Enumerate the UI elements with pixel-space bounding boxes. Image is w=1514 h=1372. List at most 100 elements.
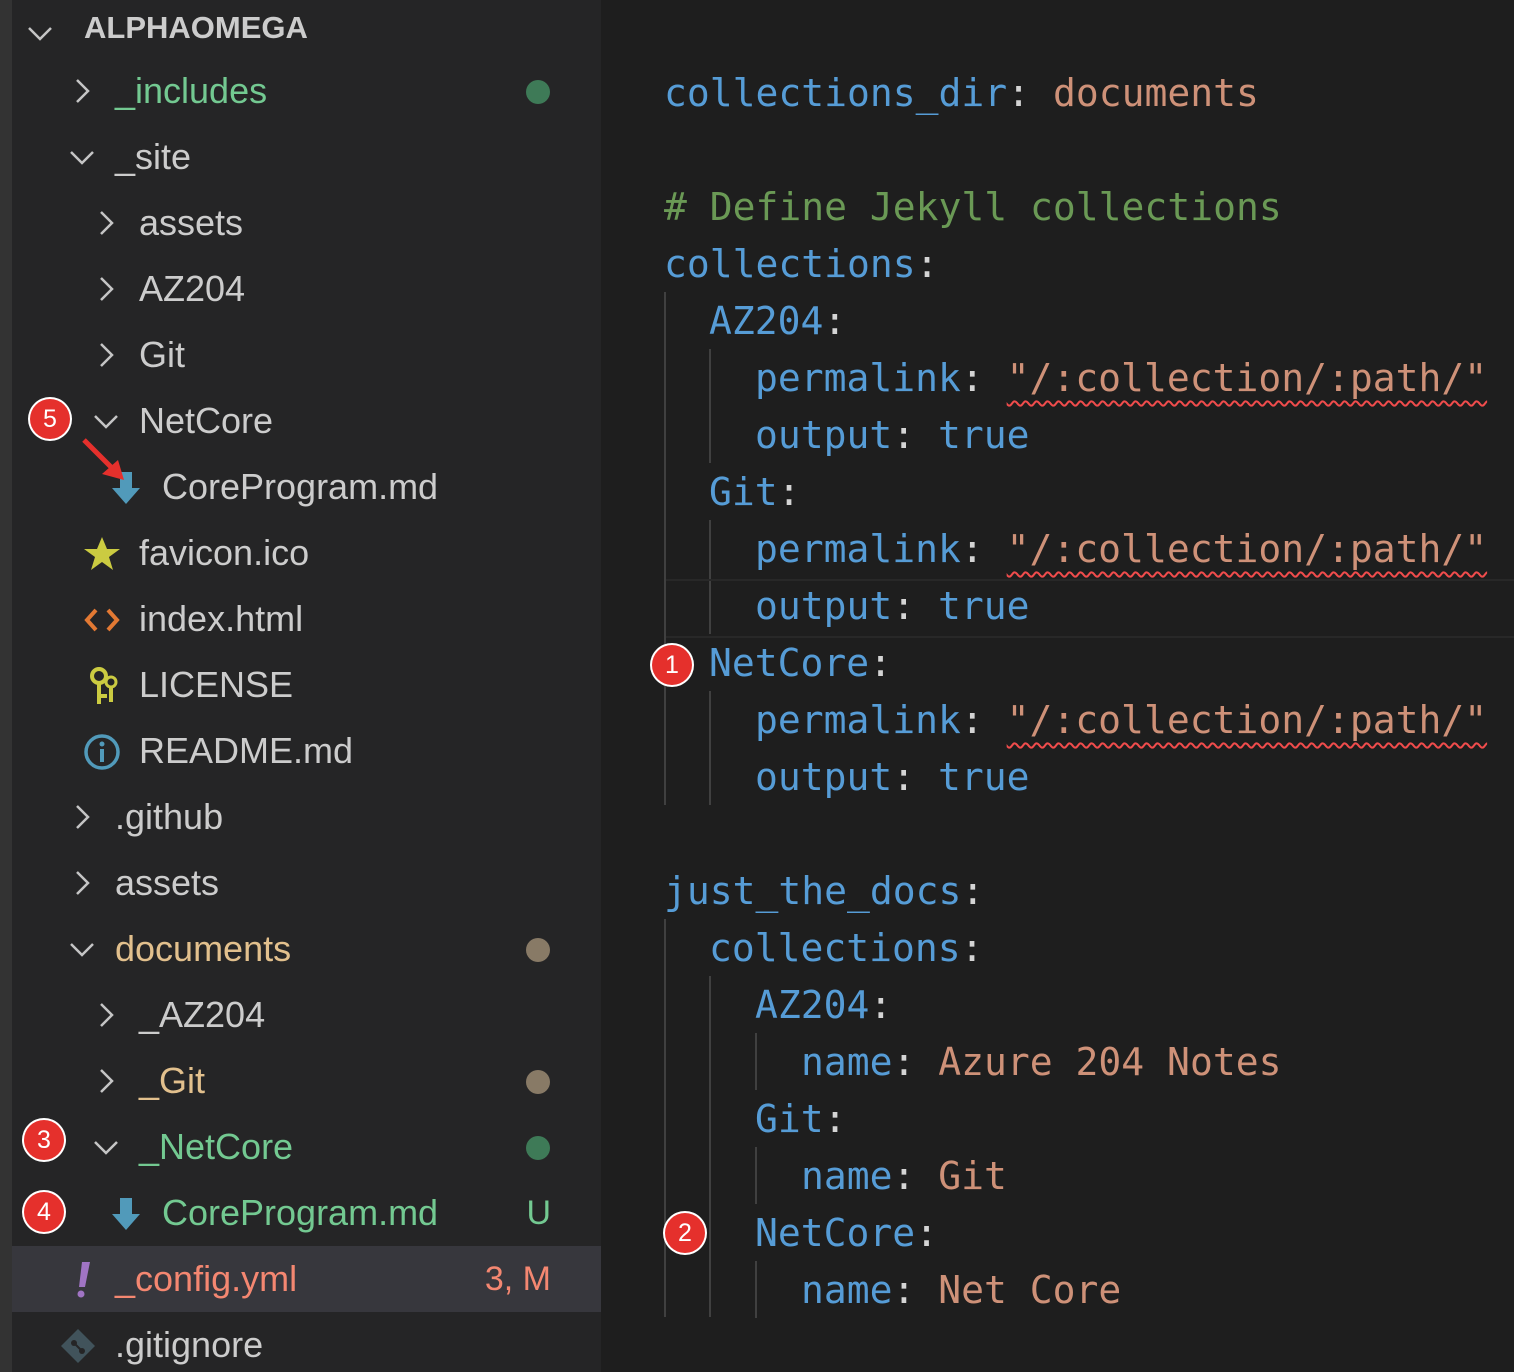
tree-folder-documents-git[interactable]: _Git xyxy=(12,1048,601,1114)
chevron-down-icon xyxy=(92,407,120,435)
yaml-key: output xyxy=(755,584,893,628)
annotation-badge-4: 4 xyxy=(24,1192,64,1232)
tree-item-label: assets xyxy=(139,202,244,243)
tree-folder-documents[interactable]: documents xyxy=(12,916,601,982)
code-line: permalink: "/:collection/:path/" xyxy=(755,527,1488,571)
tree-folder-includes[interactable]: _includes xyxy=(12,58,601,124)
tree-item-label: LICENSE xyxy=(139,664,294,705)
tree-item-label: README.md xyxy=(139,730,354,771)
yaml-key: output xyxy=(755,755,893,799)
tree-item-label: AZ204 xyxy=(139,268,246,309)
star-icon xyxy=(82,534,122,574)
git-diamond-icon xyxy=(58,1326,98,1366)
tree-file-documents-coreprogram[interactable]: CoreProgram.md U xyxy=(12,1180,601,1246)
tree-folder-documents-az204[interactable]: _AZ204 xyxy=(12,982,601,1048)
indent-guide xyxy=(709,349,711,463)
tree-folder-github[interactable]: .github xyxy=(12,784,601,850)
tree-folder-documents-netcore[interactable]: _NetCore xyxy=(12,1114,601,1180)
code-line: collections_dir: documents xyxy=(664,71,1259,115)
tree-file-config-yml[interactable]: _config.yml 3, M xyxy=(12,1246,601,1312)
tree-file-readme[interactable]: README.md xyxy=(12,718,601,784)
tree-file-index-html[interactable]: index.html xyxy=(12,586,601,652)
tree-folder-site[interactable]: _site xyxy=(12,124,601,190)
yaml-exclamation-icon xyxy=(64,1260,104,1300)
code-line: collections: xyxy=(709,926,984,970)
git-status-dot xyxy=(526,1136,550,1160)
yaml-key: Git xyxy=(709,470,778,514)
markdown-download-icon xyxy=(106,1194,146,1234)
tree-folder-assets[interactable]: assets xyxy=(12,850,601,916)
yaml-string-error: "/:collection/:path/" xyxy=(1006,356,1488,400)
tree-file-favicon[interactable]: favicon.ico xyxy=(12,520,601,586)
yaml-key: collections xyxy=(709,926,961,970)
tree-item-label: favicon.ico xyxy=(139,532,310,573)
tree-file-gitignore[interactable]: .gitignore xyxy=(12,1312,601,1372)
code-line: collections: xyxy=(664,242,939,286)
code-line: output: true xyxy=(755,413,1030,457)
code-line: NetCore: xyxy=(709,641,893,685)
yaml-key: collections_dir xyxy=(664,71,1008,115)
yaml-key: just_the_docs xyxy=(664,869,962,913)
yaml-boolean: true xyxy=(938,755,1030,799)
yaml-key: collections xyxy=(664,242,916,286)
yaml-key: name xyxy=(801,1268,893,1312)
info-icon xyxy=(82,732,122,772)
code-line: output: true xyxy=(755,584,1030,628)
tree-item-label: CoreProgram.md xyxy=(162,1192,439,1233)
yaml-key: AZ204 xyxy=(755,983,870,1027)
code-editor[interactable]: collections_dir: documents # Define Jeky… xyxy=(601,0,1514,1372)
chevron-right-icon xyxy=(92,275,120,303)
chevron-right-icon xyxy=(92,1067,120,1095)
indent-guide xyxy=(755,1261,757,1318)
explorer-title: ALPHAOMEGA xyxy=(84,10,308,45)
code-line: AZ204: xyxy=(709,299,847,343)
keys-icon xyxy=(84,666,124,706)
chevron-down-icon xyxy=(68,935,96,963)
yaml-value: documents xyxy=(1052,71,1259,115)
git-status-modified: 3, M xyxy=(484,1260,551,1298)
code-line: just_the_docs: xyxy=(664,869,985,913)
yaml-string-error: "/:collection/:path/" xyxy=(1006,698,1488,742)
chevron-right-icon xyxy=(92,209,120,237)
tree-item-label: _config.yml xyxy=(115,1258,298,1299)
chevron-right-icon xyxy=(68,869,96,897)
tree-item-label: _AZ204 xyxy=(139,994,266,1035)
code-line: NetCore: xyxy=(755,1211,939,1255)
code-line: output: true xyxy=(755,755,1030,799)
yaml-key: permalink xyxy=(755,698,961,742)
explorer-section-header[interactable]: ALPHAOMEGA xyxy=(12,0,601,66)
code-line: Git: xyxy=(709,470,801,514)
tree-file-license[interactable]: LICENSE xyxy=(12,652,601,718)
chevron-right-icon xyxy=(68,803,96,831)
tree-folder-site-git[interactable]: Git xyxy=(12,322,601,388)
indent-guide xyxy=(709,976,711,1317)
chevron-down-icon xyxy=(26,19,54,47)
indent-guide xyxy=(755,1033,757,1090)
indent-guide xyxy=(709,691,711,805)
tree-folder-site-az204[interactable]: AZ204 xyxy=(12,256,601,322)
yaml-key: permalink xyxy=(755,527,961,571)
indent-guide xyxy=(664,919,666,1317)
html-code-icon xyxy=(82,600,122,640)
tree-folder-site-assets[interactable]: assets xyxy=(12,190,601,256)
yaml-key: Git xyxy=(755,1097,824,1141)
yaml-key: AZ204 xyxy=(709,299,824,343)
chevron-right-icon xyxy=(68,77,96,105)
tree-item-label: _NetCore xyxy=(139,1126,294,1167)
tree-item-label: _includes xyxy=(115,70,268,111)
annotation-badge-5: 5 xyxy=(30,399,70,439)
activity-bar-edge xyxy=(0,0,12,1372)
code-line: name: Git xyxy=(801,1154,1007,1198)
chevron-right-icon xyxy=(92,1001,120,1029)
yaml-boolean: true xyxy=(938,413,1030,457)
yaml-key: NetCore xyxy=(755,1211,916,1255)
tree-item-label: assets xyxy=(115,862,220,903)
tree-item-label: Git xyxy=(139,334,186,375)
code-line: # Define Jekyll collections xyxy=(664,179,1282,236)
code-line: name: Net Core xyxy=(801,1268,1122,1312)
code-line: Git: xyxy=(755,1097,847,1141)
yaml-key: NetCore xyxy=(709,641,870,685)
git-status-dot xyxy=(526,80,550,104)
chevron-right-icon xyxy=(92,341,120,369)
yaml-key: name xyxy=(801,1154,893,1198)
